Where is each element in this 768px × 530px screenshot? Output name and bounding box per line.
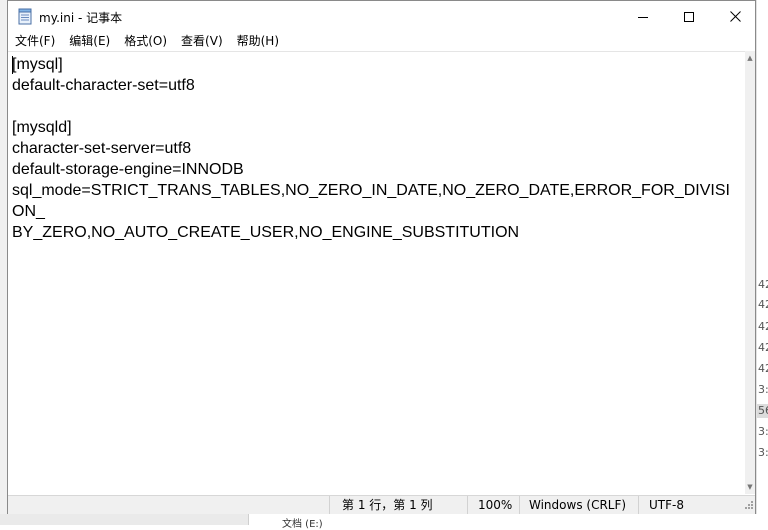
menu-help[interactable]: 帮助(H): [230, 32, 286, 51]
background-window-right-column: 42 42 42 42 42 3: 56 3: 3:: [756, 0, 768, 525]
title-bar[interactable]: my.ini - 记事本: [8, 1, 755, 32]
scroll-down-icon[interactable]: ▼: [745, 480, 755, 494]
close-icon: [729, 11, 741, 22]
menu-edit[interactable]: 编辑(E): [62, 32, 117, 51]
vertical-scrollbar[interactable]: ▲ ▼: [745, 51, 755, 494]
text-editor[interactable]: [mysql] default-character-set=utf8 [mysq…: [8, 51, 745, 495]
scroll-up-icon[interactable]: ▲: [745, 51, 755, 65]
minimize-button[interactable]: [620, 1, 666, 32]
minimize-icon: [638, 16, 648, 18]
status-encoding: UTF-8: [638, 496, 744, 514]
editor-content[interactable]: [mysql] default-character-set=utf8 [mysq…: [12, 54, 738, 243]
background-text-fragment: 3:: [758, 446, 768, 459]
background-pane: [248, 514, 768, 525]
resize-grip-icon[interactable]: [744, 499, 754, 511]
status-line-ending: Windows (CRLF): [519, 496, 638, 514]
background-text-fragment: 3:: [758, 383, 768, 396]
background-text-fragment: 3:: [758, 425, 768, 438]
window-title: my.ini - 记事本: [39, 11, 123, 25]
menu-format[interactable]: 格式(O): [117, 32, 174, 51]
notepad-window: my.ini - 记事本 文件(F) 编辑(E) 格式(O) 查看(V) 帮助(…: [7, 0, 756, 514]
status-zoom: 100%: [467, 496, 519, 514]
menu-bar: 文件(F) 编辑(E) 格式(O) 查看(V) 帮助(H): [8, 32, 755, 51]
menu-view[interactable]: 查看(V): [174, 32, 230, 51]
menu-file[interactable]: 文件(F): [8, 32, 62, 51]
background-text-fragment: 56: [758, 404, 768, 417]
text-caret: [12, 56, 13, 74]
background-text-fragment: 42: [758, 298, 768, 311]
background-window-bottom: 文档 (E:): [0, 514, 768, 530]
background-text-fragment: 42: [758, 278, 768, 291]
background-text-fragment: 42: [758, 362, 768, 375]
background-drive-label: 文档 (E:): [282, 519, 323, 530]
status-bar: 第 1 行，第 1 列 100% Windows (CRLF) UTF-8: [8, 495, 755, 514]
background-text-fragment: 42: [758, 320, 768, 333]
maximize-button[interactable]: [666, 1, 712, 32]
close-button[interactable]: [712, 1, 758, 32]
background-text-fragment: 42: [758, 341, 768, 354]
notepad-icon: [18, 8, 32, 25]
status-cursor-position: 第 1 行，第 1 列: [329, 496, 467, 514]
maximize-icon: [684, 11, 694, 22]
